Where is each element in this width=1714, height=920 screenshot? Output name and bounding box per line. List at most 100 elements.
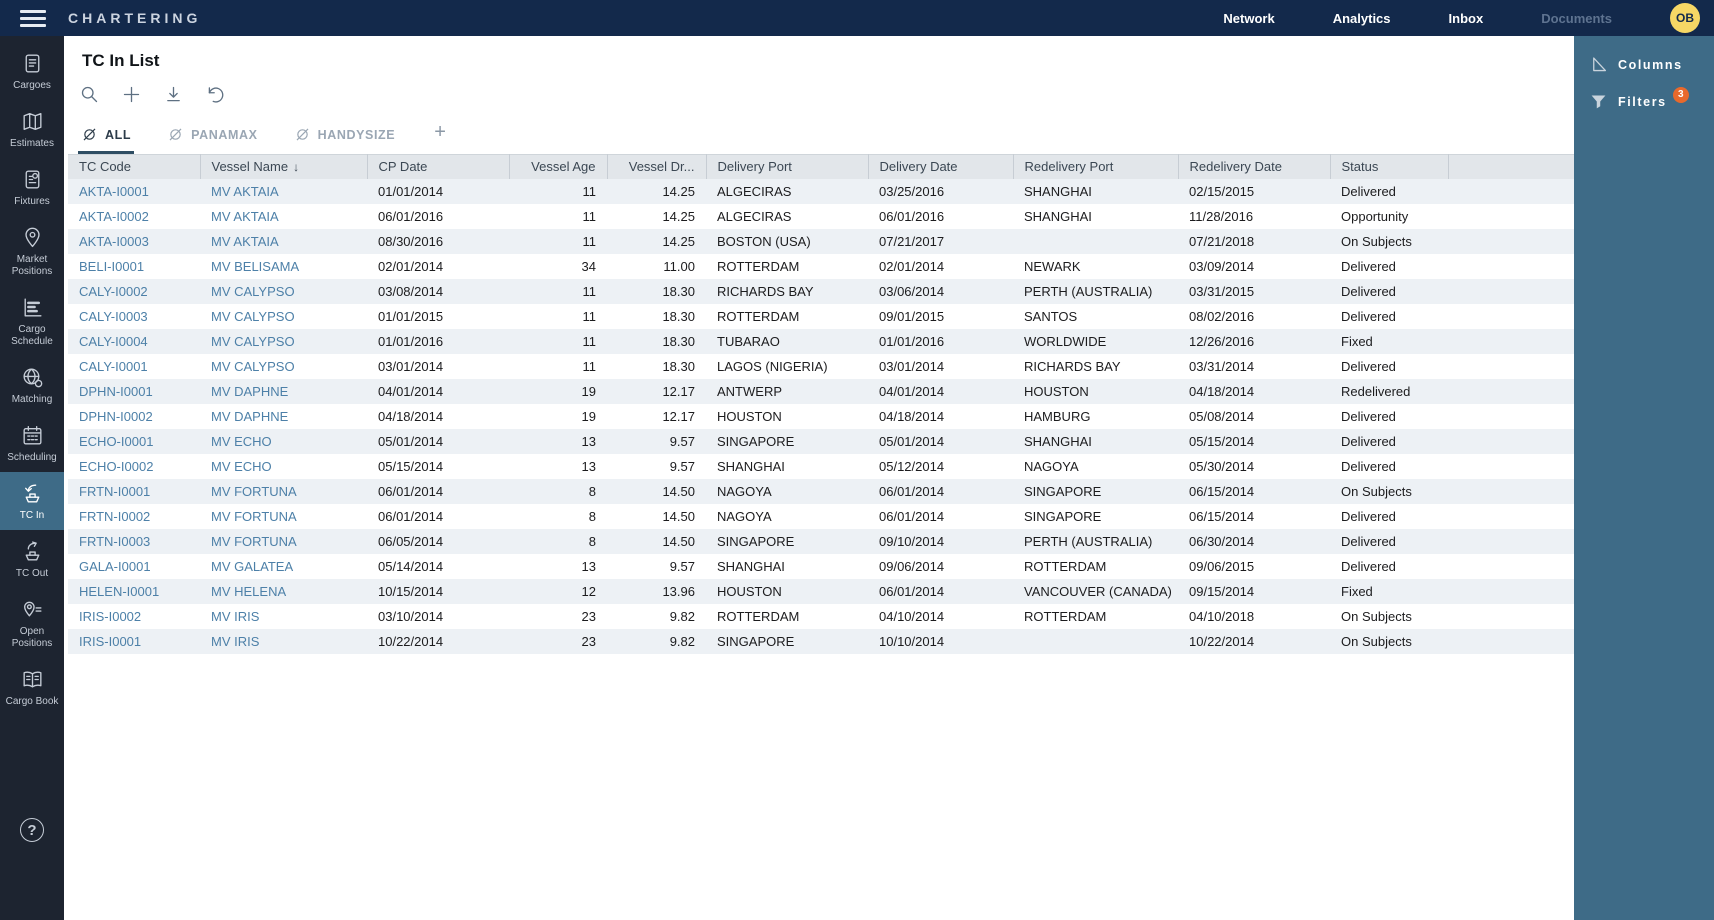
vessel-name-link[interactable]: MV ECHO [211,434,272,449]
tc-code-link[interactable]: HELEN-I0001 [79,584,159,599]
tc-code-link[interactable]: FRTN-I0001 [79,484,150,499]
col-header-tc-code[interactable]: TC Code [68,155,200,179]
nav-analytics[interactable]: Analytics [1333,11,1391,26]
sidebar-item-tc-in[interactable]: TC In [0,472,64,530]
table-row[interactable]: AKTA-I0001 MV AKTAIA 01/01/2014 11 14.25… [68,179,1574,204]
vessel-name-link[interactable]: MV CALYPSO [211,309,295,324]
vessel-name-link[interactable]: MV HELENA [211,584,286,599]
tc-code-link[interactable]: CALY-I0002 [79,284,148,299]
table-row[interactable]: FRTN-I0001 MV FORTUNA 06/01/2014 8 14.50… [68,479,1574,504]
sidebar-item-market-positions[interactable]: Market Positions [0,216,64,286]
vessel-name-link[interactable]: MV AKTAIA [211,209,279,224]
sidebar-item-matching[interactable]: Matching [0,356,64,414]
col-header-delivery-port[interactable]: Delivery Port [706,155,868,179]
add-icon[interactable] [120,83,142,105]
table-row[interactable]: GALA-I0001 MV GALATEA 05/14/2014 13 9.57… [68,554,1574,579]
table-row[interactable]: DPHN-I0002 MV DAPHNE 04/18/2014 19 12.17… [68,404,1574,429]
tc-code-link[interactable]: CALY-I0003 [79,309,148,324]
col-header-cp-date[interactable]: CP Date [367,155,509,179]
col-header-vessel-name[interactable]: Vessel Name↓ [200,155,367,179]
vessel-name-link[interactable]: MV FORTUNA [211,484,297,499]
table-row[interactable]: BELI-I0001 MV BELISAMA 02/01/2014 34 11.… [68,254,1574,279]
sidebar-item-estimates[interactable]: Estimates [0,100,64,158]
table-row[interactable]: ECHO-I0002 MV ECHO 05/15/2014 13 9.57 SH… [68,454,1574,479]
columns-button[interactable]: Columns [1574,46,1714,83]
tc-code-link[interactable]: GALA-I0001 [79,559,151,574]
tc-code-link[interactable]: CALY-I0004 [79,334,148,349]
filters-button[interactable]: Filters 3 [1574,83,1714,120]
user-avatar[interactable]: OB [1670,3,1700,33]
sidebar-item-cargo-schedule[interactable]: Cargo Schedule [0,286,64,356]
table-row[interactable]: IRIS-I0002 MV IRIS 03/10/2014 23 9.82 RO… [68,604,1574,629]
vessel-name-link[interactable]: MV GALATEA [211,559,293,574]
tc-code-link[interactable]: DPHN-I0001 [79,384,153,399]
hamburger-menu-icon[interactable] [20,10,46,27]
table-row[interactable]: IRIS-I0001 MV IRIS 10/22/2014 23 9.82 SI… [68,629,1574,654]
cell-status: On Subjects [1330,629,1448,654]
nav-inbox[interactable]: Inbox [1449,11,1484,26]
vessel-name-link[interactable]: MV BELISAMA [211,259,299,274]
tc-code-link[interactable]: IRIS-I0001 [79,634,141,649]
tc-code-link[interactable]: ECHO-I0001 [79,434,153,449]
tc-code-link[interactable]: BELI-I0001 [79,259,144,274]
vessel-name-link[interactable]: MV ECHO [211,459,272,474]
table-row[interactable]: DPHN-I0001 MV DAPHNE 04/01/2014 19 12.17… [68,379,1574,404]
vessel-name-link[interactable]: MV AKTAIA [211,184,279,199]
search-icon[interactable] [78,83,100,105]
vessel-name-link[interactable]: MV CALYPSO [211,359,295,374]
vessel-name-link[interactable]: MV IRIS [211,609,259,624]
col-header-vessel-age[interactable]: Vessel Age [509,155,607,179]
help-icon[interactable]: ? [20,818,44,842]
table-row[interactable]: FRTN-I0003 MV FORTUNA 06/05/2014 8 14.50… [68,529,1574,554]
vessel-name-link[interactable]: MV AKTAIA [211,234,279,249]
tc-code-link[interactable]: FRTN-I0003 [79,534,150,549]
tc-code-link[interactable]: DPHN-I0002 [79,409,153,424]
tc-code-link[interactable]: AKTA-I0003 [79,234,149,249]
col-header-vessel-draft[interactable]: Vessel Dr... [607,155,706,179]
tc-code-link[interactable]: FRTN-I0002 [79,509,150,524]
add-tab-icon[interactable]: + [428,121,452,154]
table-row[interactable]: CALY-I0003 MV CALYPSO 01/01/2015 11 18.3… [68,304,1574,329]
cell-filler [1448,579,1574,604]
page-title: TC In List [82,51,1574,71]
sidebar-item-cargo-book[interactable]: Cargo Book [0,658,64,716]
tc-code-link[interactable]: ECHO-I0002 [79,459,153,474]
tc-code-link[interactable]: AKTA-I0002 [79,209,149,224]
table-row[interactable]: ECHO-I0001 MV ECHO 05/01/2014 13 9.57 SI… [68,429,1574,454]
table-row[interactable]: CALY-I0004 MV CALYPSO 01/01/2016 11 18.3… [68,329,1574,354]
col-header-status[interactable]: Status [1330,155,1448,179]
col-header-redelivery-date[interactable]: Redelivery Date [1178,155,1330,179]
reset-icon[interactable] [204,83,226,105]
cell-delivery-date: 09/06/2014 [868,554,1013,579]
sidebar-item-scheduling[interactable]: Scheduling [0,414,64,472]
table-row[interactable]: AKTA-I0003 MV AKTAIA 08/30/2016 11 14.25… [68,229,1574,254]
vessel-name-link[interactable]: MV FORTUNA [211,534,297,549]
vessel-name-link[interactable]: MV FORTUNA [211,509,297,524]
sidebar-item-cargoes[interactable]: Cargoes [0,42,64,100]
table-row[interactable]: AKTA-I0002 MV AKTAIA 06/01/2016 11 14.25… [68,204,1574,229]
table-row[interactable]: CALY-I0002 MV CALYPSO 03/08/2014 11 18.3… [68,279,1574,304]
nav-network[interactable]: Network [1223,11,1274,26]
tab-handysize[interactable]: HANDYSIZE [291,122,399,154]
sidebar-item-fixtures[interactable]: Fixtures [0,158,64,216]
vessel-name-link[interactable]: MV IRIS [211,634,259,649]
vessel-name-link[interactable]: MV CALYPSO [211,334,295,349]
nav-documents[interactable]: Documents [1541,11,1612,26]
tc-code-link[interactable]: AKTA-I0001 [79,184,149,199]
download-icon[interactable] [162,83,184,105]
cell-redelivery-port: HAMBURG [1013,404,1178,429]
vessel-name-link[interactable]: MV DAPHNE [211,409,288,424]
col-header-delivery-date[interactable]: Delivery Date [868,155,1013,179]
table-row[interactable]: CALY-I0001 MV CALYPSO 03/01/2014 11 18.3… [68,354,1574,379]
tc-code-link[interactable]: CALY-I0001 [79,359,148,374]
tc-code-link[interactable]: IRIS-I0002 [79,609,141,624]
sidebar-item-tc-out[interactable]: TC Out [0,530,64,588]
vessel-name-link[interactable]: MV CALYPSO [211,284,295,299]
tab-panamax[interactable]: PANAMAX [164,122,260,154]
tab-all[interactable]: ALL [78,122,134,154]
sidebar-item-open-positions[interactable]: Open Positions [0,588,64,658]
vessel-name-link[interactable]: MV DAPHNE [211,384,288,399]
col-header-redelivery-port[interactable]: Redelivery Port [1013,155,1178,179]
table-row[interactable]: HELEN-I0001 MV HELENA 10/15/2014 12 13.9… [68,579,1574,604]
table-row[interactable]: FRTN-I0002 MV FORTUNA 06/01/2014 8 14.50… [68,504,1574,529]
